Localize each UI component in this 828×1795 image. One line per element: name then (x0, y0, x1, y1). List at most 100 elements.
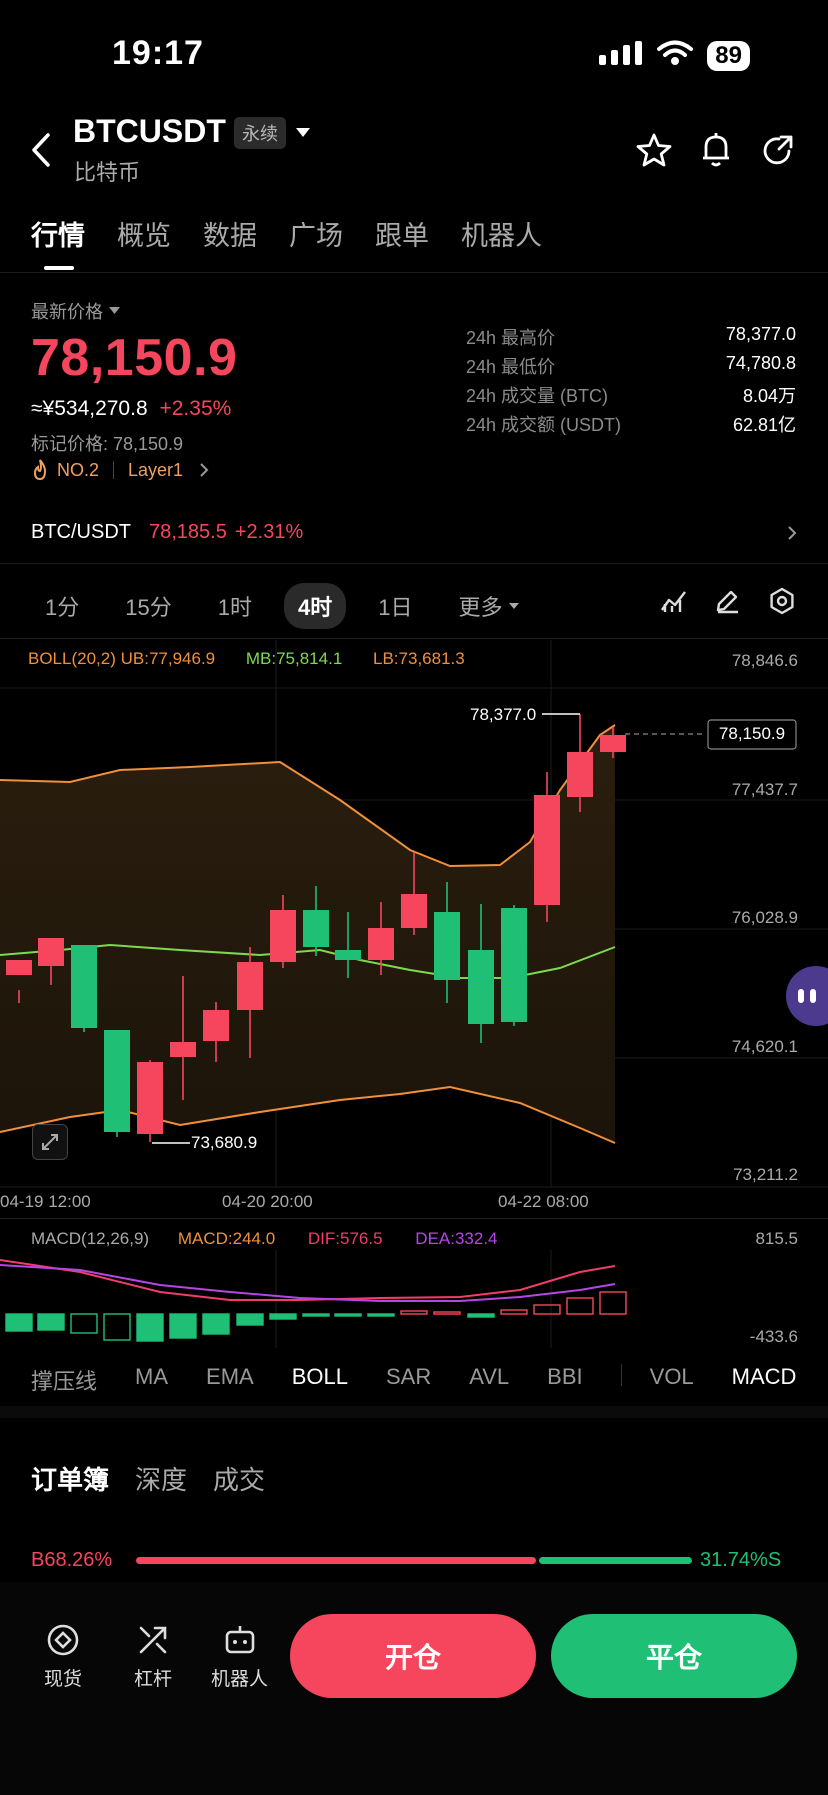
indicator-tab-avl[interactable]: AVL (469, 1364, 509, 1396)
indicator-tab-support[interactable]: 撑压线 (31, 1364, 97, 1396)
alert-bell-icon[interactable] (700, 132, 732, 173)
spot-nav[interactable]: 现货 (44, 1622, 82, 1691)
candlestick-chart[interactable] (0, 640, 828, 1215)
latest-price-label[interactable]: 最新价格 (31, 298, 120, 324)
share-icon[interactable] (762, 134, 794, 171)
main-tabs: 行情 概览 数据 广场 跟单 机器人 (31, 214, 542, 253)
rank-divider (113, 461, 115, 479)
flame-icon (33, 459, 47, 481)
interval-15m[interactable]: 15分 (111, 583, 185, 629)
open-position-button[interactable]: 开仓 (290, 1614, 536, 1698)
indicator-tabs: 撑压线 MA EMA BOLL SAR AVL BBI VOL MACD (31, 1364, 796, 1396)
candle-body (335, 950, 361, 960)
tab-overview[interactable]: 概览 (117, 214, 171, 253)
x-tick: 04-22 08:00 (498, 1192, 589, 1211)
tab-orderbook[interactable]: 订单簿 (31, 1460, 109, 1497)
macd-bar (37, 1313, 65, 1331)
tab-data[interactable]: 数据 (203, 214, 257, 253)
chevron-right-icon (200, 463, 209, 477)
indicator-tab-sar[interactable]: SAR (386, 1364, 431, 1396)
boll-legend: BOLL(20,2) UB:77,946.9 MB:75,814.1 LB:73… (28, 649, 465, 669)
spot-row[interactable]: BTC/USDT 78,185.5 +2.31% (31, 521, 797, 544)
dif-value: DIF:576.5 (307, 1229, 383, 1248)
close-position-button[interactable]: 平仓 (551, 1614, 797, 1698)
last-price: 78,150.9 (31, 329, 238, 387)
indicator-tab-vol[interactable]: VOL (650, 1364, 694, 1396)
macd-histogram (0, 1259, 627, 1342)
chart-settings-icon[interactable] (768, 587, 796, 620)
tab-copy-trade[interactable]: 跟单 (375, 214, 429, 253)
stats-panel: 24h 最高价 78,377.0 24h 最低价 74,780.8 24h 成交量 … (466, 324, 796, 440)
macd-bar (334, 1313, 362, 1317)
rank-row[interactable]: NO.2 Layer1 (31, 459, 209, 481)
macd-bar (103, 1313, 131, 1341)
wifi-icon (657, 40, 694, 71)
indicator-icon[interactable] (660, 588, 688, 619)
macd-bar (433, 1311, 461, 1315)
macd-bar (302, 1313, 330, 1317)
bot-nav[interactable]: 机器人 (211, 1622, 268, 1691)
indicator-tab-bbi[interactable]: BBI (547, 1364, 582, 1396)
assistant-eye (798, 989, 804, 1003)
tab-trades[interactable]: 成交 (213, 1460, 265, 1497)
spot-pair: BTC/USDT (31, 521, 131, 543)
tab-market[interactable]: 行情 (31, 214, 85, 253)
tab-depth[interactable]: 深度 (135, 1460, 187, 1497)
interval-1d[interactable]: 1日 (364, 583, 426, 629)
macd-legend: MACD(12,26,9) MACD:244.0 DIF:576.5 DEA:3… (31, 1229, 498, 1249)
candle-body (600, 735, 626, 752)
stat-row: 24h 成交额 (USDT) 62.81亿 (466, 411, 796, 440)
macd-bar (70, 1313, 98, 1334)
divider (0, 563, 828, 564)
battery-icon: 89 (707, 40, 750, 71)
interval-more[interactable]: 更多 (444, 583, 532, 629)
buy-ratio-value: 68.26% (44, 1549, 113, 1571)
stat-value: 62.81亿 (732, 415, 796, 435)
symbol-dropdown-icon[interactable] (296, 125, 310, 143)
y-tick: 73,211.2 (733, 1165, 798, 1184)
interval-4h[interactable]: 4时 (283, 583, 347, 629)
candle-body (270, 910, 296, 962)
stat-label: 24h 成交量 (BTC) (466, 386, 609, 406)
expand-chart-icon[interactable] (32, 1124, 68, 1160)
symbol-title[interactable]: BTCUSDT (73, 113, 226, 150)
spot-icon (47, 1624, 79, 1656)
leverage-nav[interactable]: 杠杆 (134, 1622, 172, 1691)
macd-bar (467, 1313, 495, 1318)
x-tick: 04-19 12:00 (0, 1192, 91, 1211)
leverage-nav-label: 杠杆 (134, 1669, 173, 1690)
indicator-tab-macd[interactable]: MACD (732, 1364, 797, 1396)
y-tick: 77,437.7 (731, 780, 798, 799)
indicator-tab-boll[interactable]: BOLL (292, 1364, 348, 1396)
interval-1m[interactable]: 1分 (31, 583, 93, 629)
x-tick: 04-20 20:00 (222, 1192, 313, 1211)
draw-pencil-icon[interactable] (714, 588, 740, 619)
candle-body (170, 1042, 196, 1057)
macd-chart (0, 1250, 627, 1348)
stat-row: 24h 成交量 (BTC) 8.04万 (466, 382, 796, 411)
back-icon[interactable] (30, 132, 52, 173)
indicator-tab-ma[interactable]: MA (135, 1364, 168, 1396)
indicator-tab-ema[interactable]: EMA (206, 1364, 254, 1396)
buy-ratio-bar (136, 1557, 536, 1564)
macd-bar (500, 1309, 528, 1315)
buy-prefix: B (31, 1549, 45, 1571)
candle-body (401, 894, 427, 928)
favorite-star-icon[interactable] (636, 133, 672, 172)
sell-ratio-bar (539, 1557, 692, 1564)
macd-bar (367, 1313, 395, 1317)
macd-top-tick: 815.5 (755, 1229, 798, 1248)
dif-line (0, 1259, 616, 1301)
macd-bar (566, 1297, 594, 1315)
tab-bot[interactable]: 机器人 (461, 214, 542, 253)
sell-suffix: S (767, 1549, 782, 1571)
buy-ratio: B68.26% (31, 1549, 112, 1572)
status-icons: 89 (599, 40, 750, 71)
interval-1h[interactable]: 1时 (204, 583, 266, 629)
chevron-right-icon (788, 525, 797, 540)
tab-square[interactable]: 广场 (289, 214, 343, 253)
macd-bar (400, 1310, 428, 1315)
high-price-label: 78,377.0 (470, 705, 537, 724)
candle-body (434, 912, 460, 980)
candle-body (468, 950, 494, 1024)
